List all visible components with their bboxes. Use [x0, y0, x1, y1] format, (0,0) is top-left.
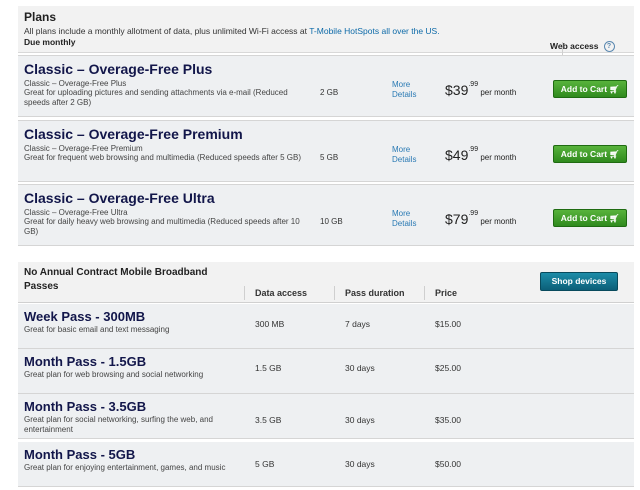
plan-subtitle: Classic – Overage-Free Premium: [24, 144, 143, 153]
pass-name: Month Pass - 5GB: [24, 447, 136, 462]
price-cents: .99: [468, 210, 479, 217]
plan-description: Great for uploading pictures and sending…: [24, 88, 288, 107]
pass-price: $35.00: [435, 415, 461, 425]
pass-data: 5 GB: [255, 459, 275, 469]
plan-row: Classic – Overage-Free Ultra Classic – O…: [18, 184, 634, 246]
pass-row: Month Pass - 3.5GB Great plan for social…: [18, 394, 634, 439]
pass-duration: 30 days: [345, 459, 375, 469]
price-cents: .99: [468, 81, 479, 88]
web-access-header: Web access?: [550, 41, 615, 53]
price-dollars: $49: [445, 147, 469, 163]
pass-name: Month Pass - 3.5GB: [24, 399, 147, 414]
plans-header: Plans All plans include a monthly allotm…: [18, 6, 634, 58]
add-to-cart-label: Add to Cart: [560, 213, 608, 223]
column-header-duration: Pass duration: [345, 288, 405, 298]
price-cents: .99: [468, 146, 479, 153]
pass-description: Great plan for enjoying entertainment, g…: [24, 463, 226, 472]
more-details-link[interactable]: More Details: [392, 209, 432, 229]
pass-duration: 30 days: [345, 415, 375, 425]
plans-description-text: All plans include a monthly allotment of…: [24, 26, 310, 36]
plan-description: Great for frequent web browsing and mult…: [24, 153, 302, 162]
plan-price: $49.99 per month: [445, 146, 517, 163]
cart-icon: 🛒︎: [609, 150, 620, 159]
plan-description: Great for daily heavy web browsing and m…: [24, 217, 300, 236]
due-monthly-label: Due monthly: [24, 37, 76, 47]
broadband-title: No Annual Contract Mobile Broadband Pass…: [24, 267, 208, 292]
plan-subtitle: Classic – Overage-Free Ultra: [24, 208, 128, 217]
column-divider: [424, 286, 425, 300]
hotspots-link[interactable]: T-Mobile HotSpots all over the US.: [309, 26, 439, 36]
pass-name: Week Pass - 300MB: [24, 309, 146, 324]
price-period: per month: [478, 153, 517, 162]
pass-row: Week Pass - 300MB Great for basic email …: [18, 304, 634, 349]
plans-description: All plans include a monthly allotment of…: [24, 26, 440, 36]
add-to-cart-label: Add to Cart: [560, 149, 608, 159]
plan-name: Classic – Overage-Free Plus: [24, 61, 213, 77]
plan-price: $39.99 per month: [445, 81, 517, 98]
price-dollars: $39: [445, 82, 469, 98]
pass-price: $25.00: [435, 363, 461, 373]
plan-subtitle: Classic – Overage-Free Plus: [24, 79, 127, 88]
column-divider: [244, 286, 245, 300]
pass-price: $50.00: [435, 459, 461, 469]
price-dollars: $79: [445, 211, 469, 227]
cart-icon: 🛒︎: [609, 214, 620, 223]
pass-description: Great for basic email and text messaging: [24, 325, 170, 334]
plan-data-allowance: 10 GB: [320, 217, 343, 226]
pass-duration: 7 days: [345, 319, 371, 329]
pass-data: 300 MB: [255, 319, 285, 329]
plan-name: Classic – Overage-Free Premium: [24, 126, 243, 142]
shop-devices-button[interactable]: Shop devices: [540, 272, 618, 291]
pass-name: Month Pass - 1.5GB: [24, 354, 147, 369]
plan-row: Classic – Overage-Free Plus Classic – Ov…: [18, 55, 634, 117]
pass-data: 1.5 GB: [255, 363, 282, 373]
plan-price: $79.99 per month: [445, 210, 517, 227]
price-period: per month: [478, 217, 517, 226]
pass-data: 3.5 GB: [255, 415, 282, 425]
plan-data-allowance: 5 GB: [320, 153, 339, 162]
broadband-header: No Annual Contract Mobile Broadband Pass…: [18, 262, 634, 303]
plan-name: Classic – Overage-Free Ultra: [24, 190, 215, 206]
pass-description: Great plan for social networking, surfin…: [24, 415, 213, 434]
web-access-label: Web access: [550, 41, 599, 51]
help-icon[interactable]: ?: [603, 41, 615, 53]
column-header-data: Data access: [255, 288, 308, 298]
add-to-cart-button[interactable]: Add to Cart 🛒︎: [553, 80, 627, 98]
add-to-cart-button[interactable]: Add to Cart 🛒︎: [553, 209, 627, 227]
column-header-price: Price: [435, 288, 458, 298]
pass-duration: 30 days: [345, 363, 375, 373]
plan-data-allowance: 2 GB: [320, 88, 339, 97]
add-to-cart-label: Add to Cart: [560, 84, 608, 94]
more-details-link[interactable]: More Details: [392, 145, 432, 165]
price-period: per month: [478, 88, 517, 97]
cart-icon: 🛒︎: [609, 85, 620, 94]
pass-row: Month Pass - 5GB Great plan for enjoying…: [18, 442, 634, 487]
pass-price: $15.00: [435, 319, 461, 329]
pass-description: Great plan for web browsing and social n…: [24, 370, 204, 379]
plans-title: Plans: [24, 10, 57, 24]
pass-row: Month Pass - 1.5GB Great plan for web br…: [18, 349, 634, 394]
more-details-link[interactable]: More Details: [392, 80, 432, 100]
add-to-cart-button[interactable]: Add to Cart 🛒︎: [553, 145, 627, 163]
plan-row: Classic – Overage-Free Premium Classic –…: [18, 120, 634, 182]
column-divider: [334, 286, 335, 300]
